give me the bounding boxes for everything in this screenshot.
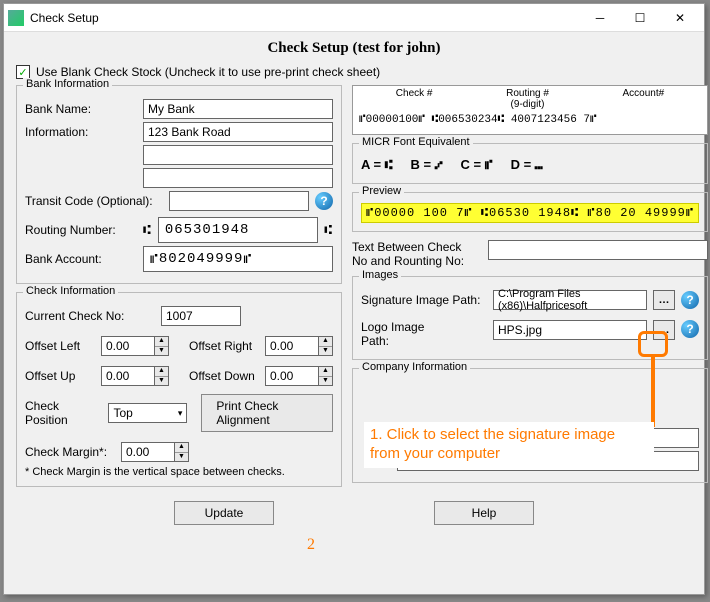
routing-suffix: ⑆	[324, 223, 333, 238]
preview-title: Preview	[359, 185, 404, 197]
micr-a: A = ⑆	[361, 157, 393, 172]
margin-input[interactable]: 0.00	[121, 442, 175, 462]
check-info-title: Check Information	[23, 285, 118, 297]
annotation-step-2: 2	[307, 536, 315, 554]
bank-info-group: Bank Information Bank Name: My Bank Info…	[16, 85, 342, 284]
micr-d: D = ⑉	[511, 157, 543, 172]
micr-b: B = ⑇	[411, 157, 443, 172]
margin-label: Check Margin*:	[25, 445, 115, 459]
bank-info-input-2[interactable]	[143, 145, 333, 165]
offset-right-input[interactable]: 0.00	[265, 336, 319, 356]
offset-up-spinner[interactable]: ▲▼	[155, 366, 169, 386]
offset-left-spinner[interactable]: ▲▼	[155, 336, 169, 356]
update-button[interactable]: Update	[174, 501, 274, 525]
blank-stock-checkbox[interactable]: ✓	[16, 65, 30, 79]
bank-info-label: Information:	[25, 125, 137, 139]
callout-box	[638, 331, 668, 357]
company-title: Company Information	[359, 361, 470, 373]
margin-note: * Check Margin is the vertical space bet…	[25, 466, 333, 478]
maximize-button[interactable]: ☐	[620, 4, 660, 32]
offset-left-input[interactable]: 0.00	[101, 336, 155, 356]
bank-name-input[interactable]: My Bank	[143, 99, 333, 119]
title-bar: Check Setup ─ ☐ ✕	[4, 4, 704, 32]
preview-value: ⑈00000 100 7⑈ ⑆06530 1948⑆ ⑈80 20 49999⑈	[361, 203, 699, 223]
help-icon[interactable]: ?	[681, 320, 699, 338]
routing-input[interactable]: 065301948	[158, 217, 318, 243]
position-select[interactable]: Top▾	[108, 403, 187, 423]
offset-up-label: Offset Up	[25, 369, 95, 383]
micr-c: C = ⑈	[461, 157, 493, 172]
transit-input[interactable]	[169, 191, 309, 211]
callout-text: 1. Click to select the signature image f…	[364, 422, 654, 468]
micr-equiv-title: MICR Font Equivalent	[359, 136, 473, 148]
help-icon[interactable]: ?	[315, 192, 333, 210]
window-title: Check Setup	[30, 11, 580, 25]
offset-down-input[interactable]: 0.00	[265, 366, 319, 386]
current-check-input[interactable]: 1007	[161, 306, 241, 326]
micr-equiv-group: MICR Font Equivalent A = ⑆ B = ⑇ C = ⑈ D…	[352, 143, 708, 184]
sample-micr-line: ⑈00000100⑈ ⑆006530234⑆ 4007123456 7⑈	[359, 114, 701, 126]
bank-info-input-1[interactable]: 123 Bank Road	[143, 122, 333, 142]
micr-sample-image: Check # Routing # (9-digit) Account# ⑈00…	[352, 85, 708, 135]
sig-path-input[interactable]: C:\Program Files (x86)\Halfpricesoft	[493, 290, 647, 310]
sample-routing-label: Routing # (9-digit)	[506, 88, 549, 110]
text-between-label: Text Between Check No and Rounting No:	[352, 240, 482, 268]
print-alignment-button[interactable]: Print Check Alignment	[201, 394, 333, 432]
sample-check-label: Check #	[396, 88, 433, 110]
app-icon	[8, 10, 24, 26]
transit-label: Transit Code (Optional):	[25, 194, 163, 208]
position-label: Check Position	[25, 399, 102, 427]
logo-path-label: Logo Image Path:	[361, 320, 487, 348]
current-check-label: Current Check No:	[25, 309, 155, 323]
logo-path-input[interactable]: HPS.jpg	[493, 320, 647, 340]
margin-spinner[interactable]: ▲▼	[175, 442, 189, 462]
help-button[interactable]: Help	[434, 501, 534, 525]
sig-path-label: Signature Image Path:	[361, 293, 487, 307]
preview-group: Preview ⑈00000 100 7⑈ ⑆06530 1948⑆ ⑈80 2…	[352, 192, 708, 232]
callout-connector	[651, 357, 655, 427]
routing-prefix: ⑆	[143, 223, 152, 238]
offset-down-label: Offset Down	[189, 369, 259, 383]
bank-name-label: Bank Name:	[25, 102, 137, 116]
offset-up-input[interactable]: 0.00	[101, 366, 155, 386]
account-input[interactable]: ⑈802049999⑈	[143, 246, 333, 272]
offset-right-label: Offset Right	[189, 339, 259, 353]
bank-info-title: Bank Information	[23, 78, 112, 90]
text-between-input[interactable]	[488, 240, 708, 260]
help-icon[interactable]: ?	[681, 291, 699, 309]
bank-info-input-3[interactable]	[143, 168, 333, 188]
offset-right-spinner[interactable]: ▲▼	[319, 336, 333, 356]
sample-account-label: Account#	[623, 88, 665, 110]
sig-browse-button[interactable]: …	[653, 290, 675, 310]
offset-left-label: Offset Left	[25, 339, 95, 353]
routing-label: Routing Number:	[25, 223, 137, 237]
images-title: Images	[359, 269, 401, 281]
page-title: Check Setup (test for john)	[16, 40, 692, 57]
offset-down-spinner[interactable]: ▲▼	[319, 366, 333, 386]
account-label: Bank Account:	[25, 252, 137, 266]
check-info-group: Check Information Current Check No: 1007…	[16, 292, 342, 487]
close-button[interactable]: ✕	[660, 4, 700, 32]
minimize-button[interactable]: ─	[580, 4, 620, 32]
blank-stock-label: Use Blank Check Stock (Uncheck it to use…	[36, 65, 380, 79]
